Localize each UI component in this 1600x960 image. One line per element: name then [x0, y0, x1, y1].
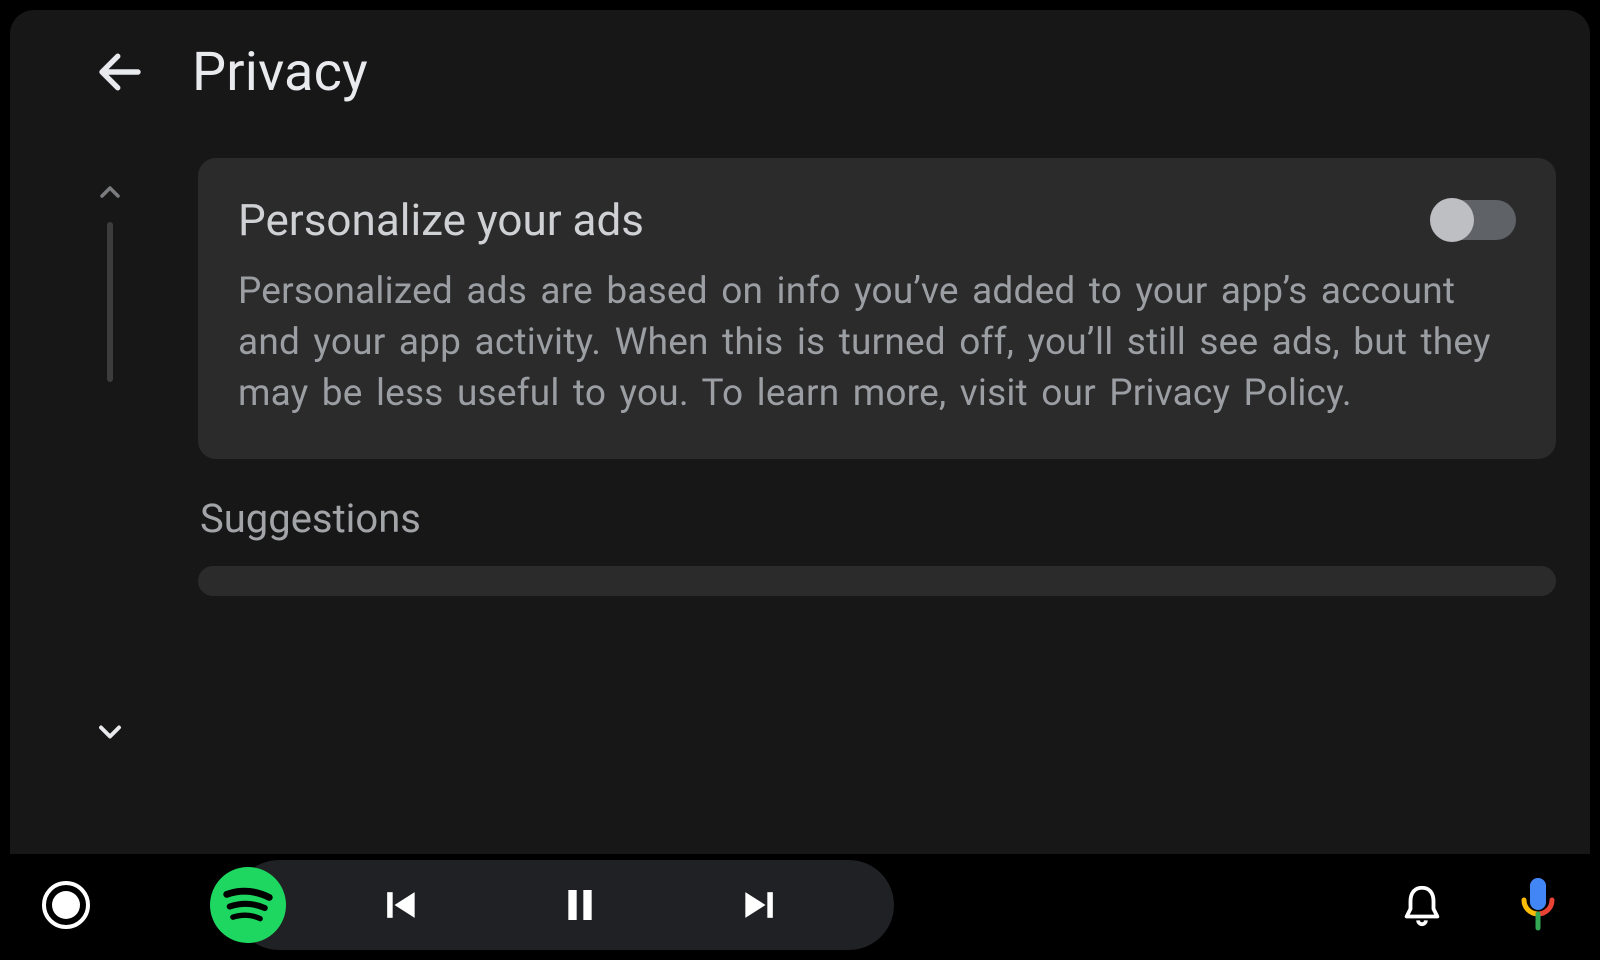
- page-title: Privacy: [192, 41, 368, 104]
- setting-card-partial[interactable]: [198, 566, 1556, 596]
- scroll-indicator: [78, 158, 142, 872]
- back-button[interactable]: [88, 40, 152, 104]
- media-pause-button[interactable]: [490, 865, 670, 945]
- skip-previous-icon: [378, 883, 422, 927]
- setting-description: Personalized ads are based on info you’v…: [238, 266, 1516, 419]
- personalize-ads-toggle[interactable]: [1432, 200, 1516, 240]
- chevron-up-icon: [94, 176, 126, 208]
- home-button[interactable]: [30, 869, 102, 941]
- circle-record-icon: [38, 877, 94, 933]
- chevron-down-icon: [92, 714, 128, 750]
- spotify-icon: [210, 867, 286, 943]
- setting-personalize-ads[interactable]: Personalize your ads Personalized ads ar…: [198, 158, 1556, 459]
- system-bar: [0, 854, 1600, 960]
- notifications-button[interactable]: [1390, 873, 1454, 937]
- scroll-up-button[interactable]: [90, 172, 130, 212]
- section-suggestions-label: Suggestions: [198, 495, 1556, 542]
- settings-panel: Privacy Personalize: [10, 10, 1590, 878]
- media-controls: [234, 860, 894, 950]
- scroll-down-button[interactable]: [90, 712, 130, 752]
- header: Privacy: [10, 10, 1590, 114]
- setting-title: Personalize your ads: [238, 194, 644, 246]
- media-next-button[interactable]: [670, 865, 850, 945]
- bell-icon: [1399, 882, 1445, 928]
- pause-icon: [560, 883, 600, 927]
- assistant-button[interactable]: [1506, 873, 1570, 937]
- now-playing-app-spotify[interactable]: [210, 867, 286, 943]
- skip-next-icon: [738, 883, 782, 927]
- google-mic-icon: [1515, 874, 1561, 936]
- arrow-back-icon: [93, 45, 147, 99]
- media-previous-button[interactable]: [310, 865, 490, 945]
- scroll-track[interactable]: [107, 222, 113, 382]
- toggle-knob: [1430, 198, 1474, 242]
